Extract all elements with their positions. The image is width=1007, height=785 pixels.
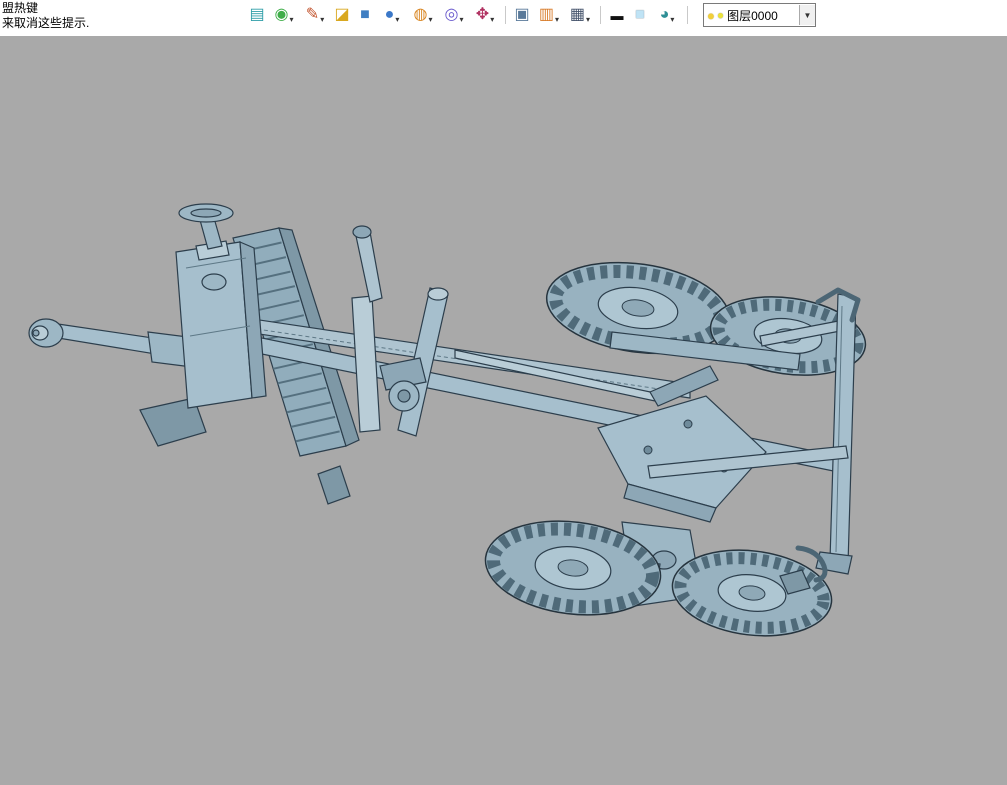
operator-platform-body[interactable] (175, 240, 267, 409)
front-bracket[interactable] (317, 465, 351, 505)
zoom-glyph: ◎ (444, 6, 459, 23)
layer-dropdown-arrow-icon[interactable]: ▼ (799, 5, 815, 25)
line-width-glyph: ▬ (610, 7, 624, 23)
zoom-icon[interactable]: ◎ ▾ (439, 3, 469, 27)
toolbar-separator (687, 6, 688, 24)
import-glyph: ▤ (249, 6, 265, 23)
toolbar: 盟热键 来取消这些提示. ▤ ◉ ▾ ✎ ▾ ◪ ■ ● ▾ ◍ ▾ ◎ ▾ ✥ ▾ ▣ ▥… (0, 0, 1007, 36)
color-swatch-glyph: ■ (635, 6, 645, 23)
chevron-down-icon[interactable]: ▾ (670, 15, 674, 27)
wireframe-sphere-glyph: ◍ (413, 6, 428, 23)
cube-glyph: ■ (360, 6, 370, 23)
pencil-edit-icon[interactable]: ✎ ▾ (300, 3, 330, 27)
line-width-icon[interactable]: ▬ (606, 3, 628, 27)
chevron-down-icon[interactable]: ▾ (428, 15, 432, 27)
model-viewport-svg (28, 203, 867, 637)
pan-move-icon[interactable]: ✥ ▾ (470, 3, 500, 27)
material-glyph: ◉ (274, 6, 289, 23)
surface-icon[interactable]: ◪ (331, 3, 353, 27)
visibility-lens-icon[interactable]: ◕ ▾ (652, 3, 682, 27)
sphere-icon[interactable]: ● ▾ (377, 3, 407, 27)
viewport-canvas[interactable] (0, 36, 1007, 785)
chevron-down-icon[interactable]: ▾ (555, 15, 559, 27)
chevron-down-icon[interactable]: ▾ (586, 15, 590, 27)
solid-cube-icon[interactable]: ■ (354, 3, 376, 27)
viewport-glyph: ▣ (514, 6, 530, 23)
toolbar-separator (505, 6, 506, 24)
layer-select[interactable]: ● ● 图层0000 ▼ (703, 3, 816, 27)
chevron-down-icon[interactable]: ▾ (320, 15, 324, 27)
lift-cylinder-tower[interactable] (351, 287, 449, 437)
toolbar-separator (600, 6, 601, 24)
hint-line-2: 来取消这些提示. (2, 16, 90, 30)
layer-current-name: 图层0000 (727, 8, 778, 23)
lens-glyph: ◕ (659, 6, 670, 23)
surface-glyph: ◪ (334, 6, 350, 23)
layer-color-icon: ● (716, 8, 725, 22)
viewport-window-icon[interactable]: ▣ (511, 3, 533, 27)
pan-glyph: ✥ (475, 6, 490, 23)
pencil-glyph: ✎ (305, 6, 320, 23)
wireframe-sphere-icon[interactable]: ◍ ▾ (408, 3, 438, 27)
display-monitor-icon[interactable]: ▦ ▾ (565, 3, 595, 27)
monitor-glyph: ▦ (569, 6, 586, 23)
chevron-down-icon[interactable]: ▾ (459, 15, 463, 27)
grid-ruler-icon[interactable]: ▥ ▾ (534, 3, 564, 27)
color-swatch-icon[interactable]: ■ (629, 3, 651, 27)
chevron-down-icon[interactable]: ▾ (490, 15, 494, 27)
import-icon[interactable]: ▤ (246, 3, 268, 27)
chevron-down-icon[interactable]: ▾ (395, 15, 399, 27)
cad-application-window: 盟热键 来取消这些提示. ▤ ◉ ▾ ✎ ▾ ◪ ■ ● ▾ ◍ ▾ ◎ ▾ ✥ ▾ ▣ ▥… (0, 0, 1007, 785)
grid-glyph: ▥ (538, 6, 555, 23)
toolbar-icons: ▤ ◉ ▾ ✎ ▾ ◪ ■ ● ▾ ◍ ▾ ◎ ▾ ✥ ▾ ▣ ▥ ▾ ▦ ▾ ▬ ■ ◕ ▾ ●… (246, 3, 816, 27)
hint-text: 盟热键 来取消这些提示. (2, 1, 89, 31)
layer-visibility-bulb-icon[interactable]: ● (707, 8, 715, 23)
material-icon[interactable]: ◉ ▾ (269, 3, 299, 27)
front-axle-assembly[interactable] (28, 318, 207, 447)
sphere-glyph: ● (384, 6, 395, 23)
chevron-down-icon[interactable]: ▾ (289, 15, 293, 27)
exhaust-pipe[interactable] (352, 225, 383, 303)
hint-line-1: 盟热键 (2, 1, 39, 15)
